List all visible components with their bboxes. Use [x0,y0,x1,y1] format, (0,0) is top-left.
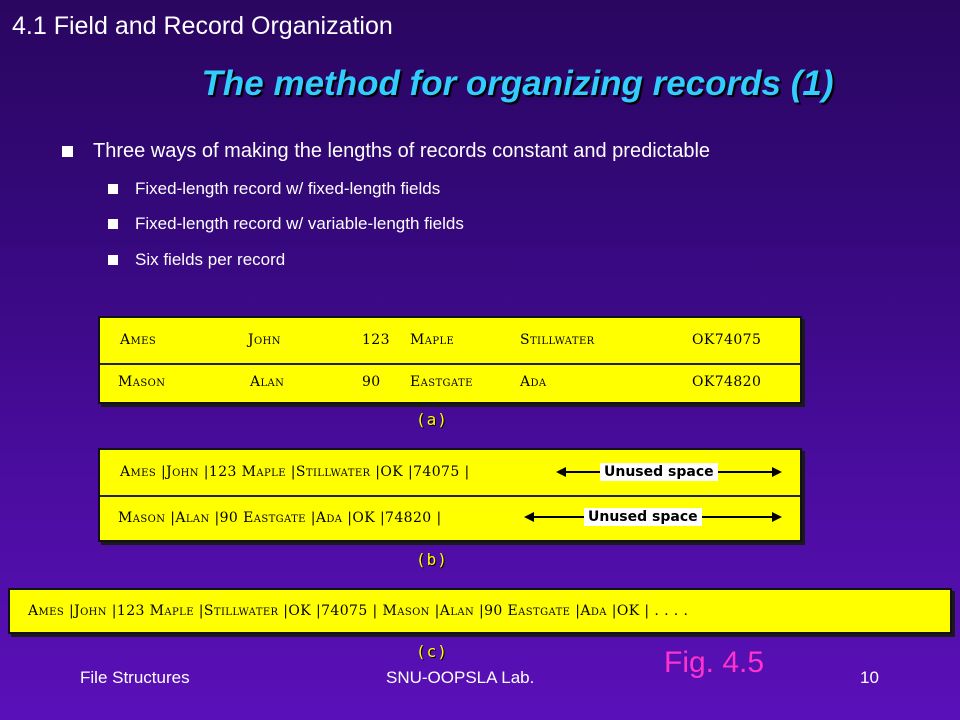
field-state-zip: OK74075 [692,332,762,348]
unused-space-label: Unused space [600,463,718,481]
record-stream-text: Ames |John |123 Maple |Stillwater |OK |7… [28,603,689,619]
figure-a-box: Ames John 123 Maple Stillwater OK74075 M… [98,316,802,404]
field-city: Stillwater [520,332,595,348]
record-text: Ames |John |123 Maple |Stillwater |OK |7… [120,464,470,480]
arrow-right-icon [772,512,782,522]
arrow-right-icon [772,467,782,477]
bullet-sub-text: Six fields per record [135,250,286,269]
bullet-sub-text: Fixed-length record w/ variable-length f… [135,214,464,233]
bullet-sub-2: Fixed-length record w/ variable-length f… [108,214,464,234]
figure-label: Fig. 4.5 [664,646,765,679]
field-number: 123 [362,332,390,348]
unused-space-label: Unused space [584,508,702,526]
field-first-name: John [248,332,281,348]
record-text: Mason |Alan |90 Eastgate |Ada |OK |74820… [118,510,442,526]
square-bullet-icon [108,184,118,194]
bullet-main: Three ways of making the lengths of reco… [62,140,710,163]
section-title: 4.1 Field and Record Organization [12,12,393,40]
record-stream: Ames |John |123 Maple |Stillwater |OK |7… [10,591,950,631]
bullet-sub-1: Fixed-length record w/ fixed-length fiel… [108,179,440,199]
record-row: Mason Alan 90 Eastgate Ada OK74820 [100,362,800,402]
square-bullet-icon [62,146,73,157]
record-separator [100,495,800,497]
square-bullet-icon [108,255,118,265]
figure-c-box: Ames |John |123 Maple |Stillwater |OK |7… [8,588,952,634]
field-last-name: Ames [120,332,157,348]
figure-c-caption: (c) [416,642,448,661]
footer-center: SNU-OOPSLA Lab. [386,668,535,687]
figure-a-caption: (a) [416,410,448,429]
bullet-sub-3: Six fields per record [108,250,285,270]
figure-b-box: Ames |John |123 Maple |Stillwater |OK |7… [98,448,802,542]
figure-b-caption: (b) [416,550,448,569]
field-last-name: Mason [118,374,166,390]
slide-title: The method for organizing records (1) [201,64,834,103]
field-state-zip: OK74820 [692,374,762,390]
field-city: Ada [520,374,547,390]
bullet-main-text: Three ways of making the lengths of reco… [93,140,711,162]
page-number: 10 [860,668,879,687]
field-street: Maple [410,332,455,348]
field-street: Eastgate [410,374,473,390]
field-first-name: Alan [250,374,285,390]
square-bullet-icon [108,219,118,229]
bullet-sub-text: Fixed-length record w/ fixed-length fiel… [135,179,441,198]
record-row: Ames John 123 Maple Stillwater OK74075 [100,320,800,360]
field-number: 90 [362,374,381,390]
footer-left: File Structures [80,668,190,687]
